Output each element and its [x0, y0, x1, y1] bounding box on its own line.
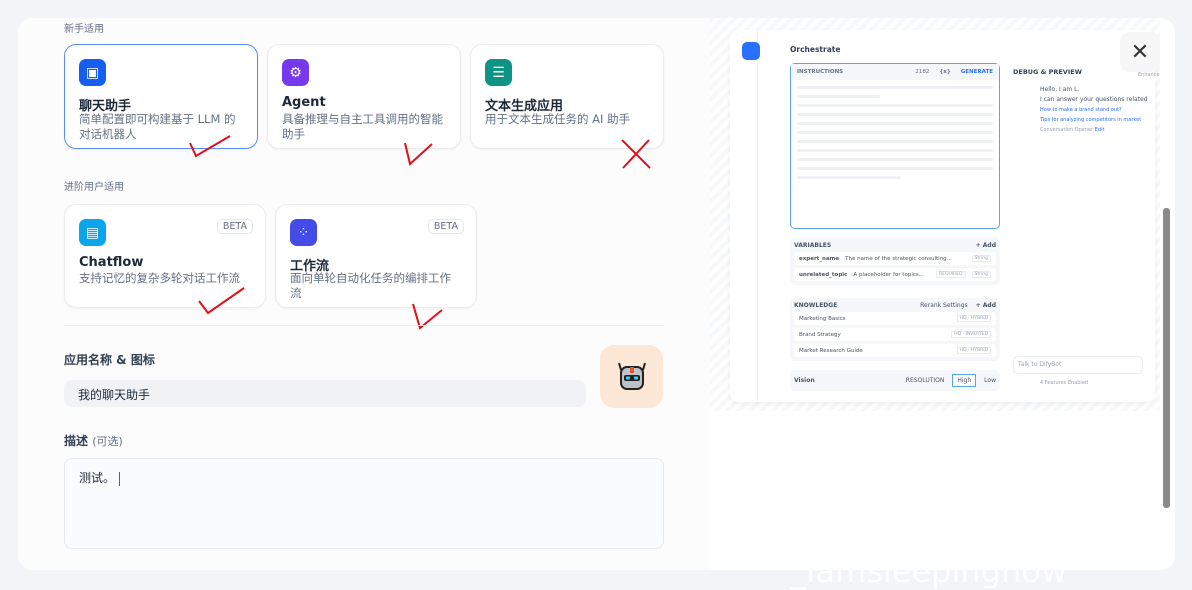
card-desc: 简单配置即可构建基于 LLM 的对话机器人: [79, 112, 236, 141]
instructions-label: INSTRUCTIONS: [797, 69, 844, 75]
rerank-settings: Rerank Settings: [920, 302, 968, 309]
vision-panel: Vision RESOLUTION High Low: [790, 370, 1000, 391]
section-label-beginner: 新手适用: [64, 24, 104, 35]
knowledge-label: KNOWLEDGE: [794, 302, 838, 309]
description-value: 测试。: [79, 471, 116, 485]
features-enabled: 4 Features Enabled: [1040, 380, 1089, 386]
divider: [64, 325, 664, 326]
optional-hint: (可选): [92, 435, 123, 448]
variable-name: unrelated_topic: [799, 271, 848, 278]
variables-label: VARIABLES: [794, 242, 832, 249]
card-desc: 具备推理与自主工具调用的智能助手: [282, 112, 443, 141]
knowledge-name: Brand Strategy: [799, 331, 841, 338]
text-cursor: [119, 471, 121, 486]
app-type-card-chatflow[interactable]: ▤ BETA Chatflow 支持记忆的复杂多轮对话工作流: [64, 204, 266, 308]
robot-icon: [617, 362, 646, 390]
card-desc: 支持记忆的复杂多轮对话工作流: [79, 271, 240, 285]
knowledge-name: Market Research Guide: [799, 347, 863, 354]
app-type-preview: Orchestrate INSTRUCTIONS 2182 {x} GENERATE …: [710, 18, 1160, 411]
knowledge-tag: HQ · INVERTED: [951, 331, 991, 338]
variable-desc: A placeholder for topics...: [853, 271, 924, 278]
knowledge-name: Marketing Basics: [799, 315, 846, 322]
app-type-card-workflow[interactable]: ⁘ BETA 工作流 面向单轮自动化任务的编排工作流: [275, 204, 477, 308]
beta-badge: BETA: [216, 219, 253, 234]
variable-type: String: [971, 271, 991, 278]
watermark: _Iamsleepingnow: [790, 552, 1067, 590]
knowledge-tag: HQ · HYBRID: [956, 315, 991, 322]
resolution-low: Low: [984, 377, 996, 384]
variable-name: expert_name: [799, 255, 840, 262]
add-knowledge: + Add: [975, 302, 996, 309]
preview-sidebar: [730, 30, 760, 402]
char-count: 2182: [915, 69, 930, 75]
suggestion: Tips for analyzing competitors in market: [1040, 117, 1142, 123]
knowledge-tag: HQ · HYBRID: [956, 347, 991, 354]
variable-desc: The name of the strategic consulting...: [845, 255, 952, 262]
create-form: 新手适用 ▣ 聊天助手 简单配置即可构建基于 LLM 的对话机器人 ⚙ Agen…: [18, 18, 710, 570]
enhance-label: Enhance: [1138, 72, 1160, 78]
app-name-input[interactable]: 我的聊天助手: [64, 380, 586, 407]
chat-bot-icon: ▣: [79, 59, 106, 86]
text-generation-icon: ☰: [485, 59, 512, 86]
generate-button: GENERATE: [960, 69, 993, 75]
instructions-panel: INSTRUCTIONS 2182 {x} GENERATE: [790, 63, 1000, 229]
card-desc: 用于文本生成任务的 AI 助手: [485, 112, 631, 126]
opener-label: Conversation Opener: [1040, 127, 1094, 133]
opener-edit: Edit: [1094, 127, 1105, 133]
card-title: Agent: [282, 95, 326, 110]
chatflow-icon: ▤: [79, 219, 106, 246]
description-label-text: 描述: [64, 434, 89, 448]
greeting-line: I can answer your questions related: [1040, 96, 1148, 103]
greeting-line: Hello, I am L.: [1040, 86, 1080, 93]
scrollbar[interactable]: [1163, 208, 1170, 508]
agent-head-icon: ⚙: [282, 59, 309, 86]
resolution-label: RESOLUTION: [905, 377, 945, 384]
chat-greeting: Hello, I am L. I can answer your questio…: [1040, 85, 1148, 135]
app-icon-picker[interactable]: [600, 345, 663, 408]
description-textarea[interactable]: 测试。: [64, 458, 664, 549]
preview-title: Orchestrate: [790, 45, 841, 54]
app-type-card-chat-assistant[interactable]: ▣ 聊天助手 简单配置即可构建基于 LLM 的对话机器人: [64, 44, 258, 149]
app-type-card-agent[interactable]: ⚙ Agent 具备推理与自主工具调用的智能助手: [267, 44, 461, 149]
debug-title: DEBUG & PREVIEW: [1013, 68, 1082, 76]
knowledge-panel: KNOWLEDGE Rerank Settings + Add Marketing …: [790, 298, 1000, 361]
variables-panel: VARIABLES + Add expert_name The name of th…: [790, 238, 1000, 285]
preview-screenshot: Orchestrate INSTRUCTIONS 2182 {x} GENERATE …: [730, 30, 1160, 402]
beta-badge: BETA: [427, 219, 464, 234]
close-icon: ✕: [1130, 39, 1150, 65]
add-variable: + Add: [975, 242, 996, 249]
close-button[interactable]: ✕: [1120, 32, 1160, 72]
required-tag: REQUIRED: [935, 271, 966, 278]
app-name-label: 应用名称 & 图标: [64, 353, 155, 367]
bot-logo-icon: [742, 42, 760, 60]
section-label-advanced: 进阶用户适用: [64, 182, 124, 193]
app-type-card-text-generation[interactable]: ☰ 文本生成应用 用于文本生成任务的 AI 助手: [470, 44, 664, 149]
workflow-icon: ⁘: [290, 219, 317, 246]
variable-type: String: [971, 255, 991, 262]
chat-input: Talk to DifyBot: [1013, 356, 1143, 374]
create-app-modal: 新手适用 ▣ 聊天助手 简单配置即可构建基于 LLM 的对话机器人 ⚙ Agen…: [18, 18, 1175, 570]
card-title: Chatflow: [79, 255, 144, 270]
suggestion: How to make a brand stand out?: [1040, 107, 1122, 113]
resolution-high: High: [952, 374, 977, 387]
description-label: 描述 (可选): [64, 432, 123, 449]
vision-label: Vision: [794, 377, 815, 384]
variable-button: {x}: [939, 69, 951, 75]
card-desc: 面向单轮自动化任务的编排工作流: [290, 271, 451, 300]
